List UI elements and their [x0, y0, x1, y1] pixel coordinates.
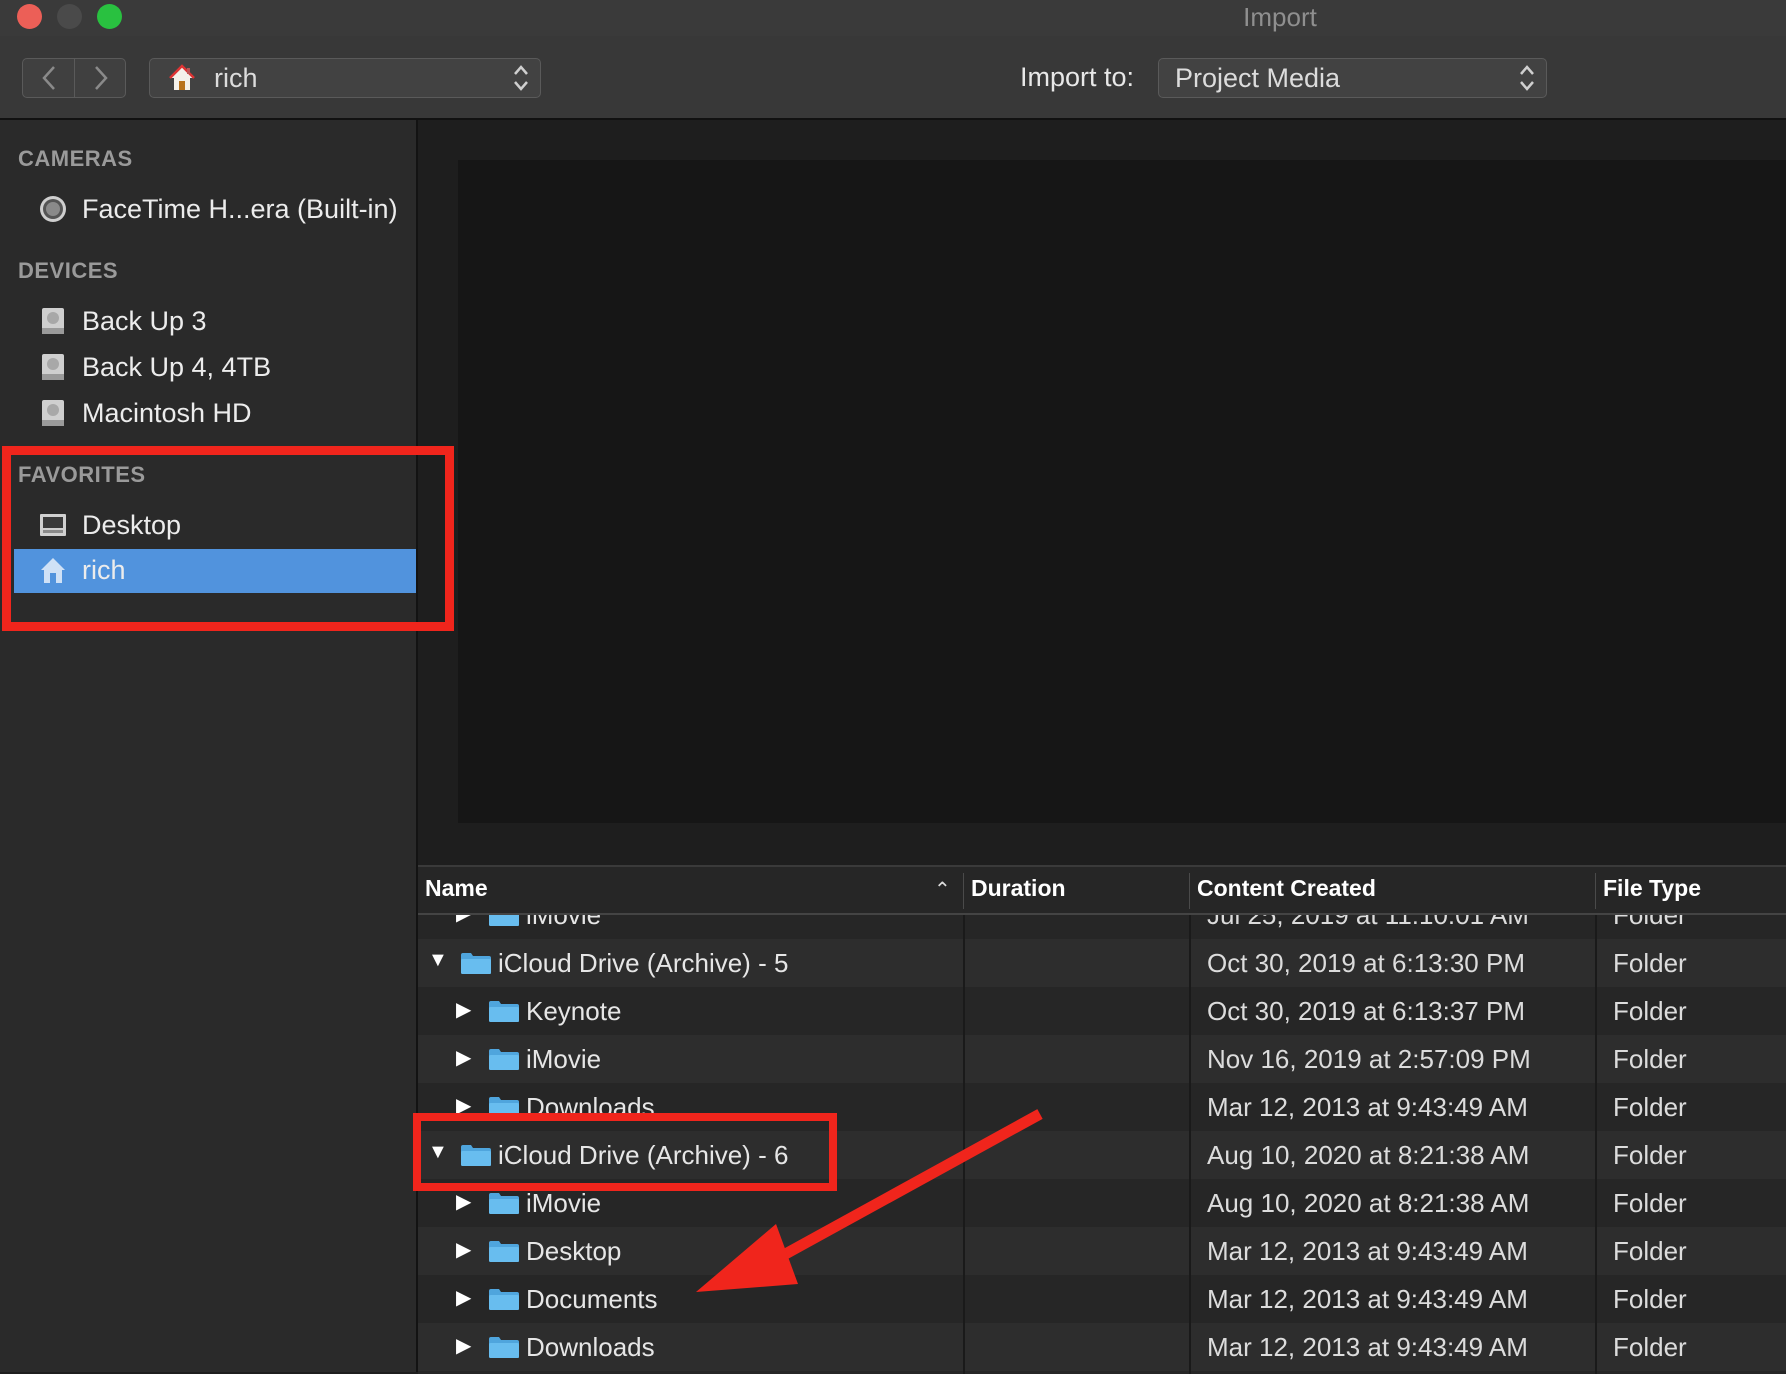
- table-row[interactable]: ▶ Downloads Mar 12, 2013 at 9:43:49 AM Fold…: [418, 1323, 1786, 1371]
- row-file-type: Folder: [1613, 1140, 1687, 1170]
- folder-icon: [488, 1239, 520, 1263]
- popup-stepper-icon: [514, 65, 528, 91]
- drive-icon: [42, 308, 64, 334]
- row-file-type: Folder: [1613, 1188, 1687, 1218]
- table-row[interactable]: ▶ Documents Mar 12, 2013 at 9:43:49 AM Fold…: [418, 1275, 1786, 1323]
- location-label: rich: [214, 63, 258, 93]
- drive-icon: [42, 400, 64, 426]
- import-to-label: Import to:: [1020, 62, 1135, 92]
- table-row[interactable]: ▶ iMovie Nov 16, 2019 at 2:57:09 PM Folder: [418, 1035, 1786, 1083]
- row-name: Keynote: [526, 996, 622, 1026]
- disclosure-collapsed-icon[interactable]: ▶: [456, 1333, 471, 1358]
- row-file-type: Folder: [1613, 915, 1687, 930]
- navigation-segmented-control: [22, 58, 126, 98]
- row-file-type: Folder: [1613, 996, 1687, 1026]
- home-icon: [169, 64, 195, 90]
- import-destination-popup[interactable]: Project Media: [1158, 58, 1547, 98]
- row-name: iMovie: [526, 1044, 602, 1074]
- folder-icon: [488, 1047, 520, 1071]
- row-content-created: Mar 12, 2013 at 9:43:49 AM: [1207, 1332, 1528, 1362]
- table-row[interactable]: ▶ iMovie Jul 25, 2019 at 11:10:01 AM Folder: [418, 915, 1786, 939]
- row-content-created: Mar 12, 2013 at 9:43:49 AM: [1207, 1236, 1528, 1266]
- row-file-type: Folder: [1613, 1236, 1687, 1266]
- row-name: iMovie: [526, 915, 602, 930]
- disclosure-collapsed-icon[interactable]: ▶: [456, 915, 471, 926]
- annotation-arrow: [696, 1109, 1043, 1292]
- folder-icon: [488, 1191, 520, 1215]
- camera-icon: [40, 196, 66, 222]
- list-header: Name ⌃ Duration Content Created File Typ…: [418, 867, 1786, 915]
- disclosure-expanded-icon[interactable]: ▼: [428, 949, 448, 972]
- forward-button[interactable]: [75, 59, 126, 97]
- sidebar-item-label: Macintosh HD: [82, 398, 252, 428]
- popup-stepper-icon: [1520, 65, 1534, 91]
- row-content-created: Aug 10, 2020 at 8:21:38 AM: [1207, 1140, 1530, 1170]
- row-name: Desktop: [526, 1236, 622, 1266]
- row-file-type: Folder: [1613, 1284, 1687, 1314]
- title-bar: Import: [0, 0, 1786, 36]
- section-title-cameras: CAMERAS: [18, 146, 133, 171]
- media-viewer: [458, 160, 1786, 823]
- row-file-type: Folder: [1613, 1332, 1687, 1362]
- disclosure-collapsed-icon[interactable]: ▶: [456, 1285, 471, 1310]
- folder-icon: [460, 951, 492, 975]
- sort-ascending-icon: ⌃: [934, 879, 951, 901]
- row-name: Documents: [526, 1284, 658, 1314]
- drive-icon: [42, 354, 64, 380]
- table-row[interactable]: ▶ Desktop Mar 12, 2013 at 9:43:49 AM Folder: [418, 1227, 1786, 1275]
- sidebar-item-back-up-4[interactable]: Back Up 4, 4TB: [14, 346, 416, 390]
- row-file-type: Folder: [1613, 1044, 1687, 1074]
- row-content-created: Nov 16, 2019 at 2:57:09 PM: [1207, 1044, 1531, 1074]
- row-content-created: Oct 30, 2019 at 6:13:37 PM: [1207, 996, 1525, 1026]
- chevron-right-icon: [94, 66, 108, 90]
- column-header-name[interactable]: Name: [425, 875, 488, 902]
- sidebar-item-facetime-camera[interactable]: FaceTime H...era (Built-in): [14, 188, 416, 232]
- disclosure-collapsed-icon[interactable]: ▶: [456, 997, 471, 1022]
- row-content-created: Oct 30, 2019 at 6:13:30 PM: [1207, 948, 1525, 978]
- disclosure-collapsed-icon[interactable]: ▶: [456, 1045, 471, 1070]
- sidebar-item-macintosh-hd[interactable]: Macintosh HD: [14, 392, 416, 436]
- folder-icon: [488, 915, 520, 927]
- column-header-duration[interactable]: Duration: [971, 875, 1066, 902]
- sidebar-item-label: Back Up 4, 4TB: [82, 352, 272, 382]
- sidebar-item-label: Back Up 3: [82, 306, 207, 336]
- sidebar: CAMERAS FaceTime H...era (Built-in) DEVI…: [0, 120, 418, 1372]
- section-title-devices: DEVICES: [18, 258, 119, 283]
- table-row[interactable]: ▼ iCloud Drive (Archive) - 5 Oct 30, 2019 …: [418, 939, 1786, 987]
- folder-icon: [488, 999, 520, 1023]
- sidebar-item-back-up-3[interactable]: Back Up 3: [14, 300, 416, 344]
- row-file-type: Folder: [1613, 948, 1687, 978]
- row-name: iCloud Drive (Archive) - 5: [498, 948, 789, 978]
- row-content-created: Jul 25, 2019 at 11:10:01 AM: [1207, 915, 1529, 930]
- row-content-created: Mar 12, 2013 at 9:43:49 AM: [1207, 1092, 1528, 1122]
- folder-icon: [488, 1335, 520, 1359]
- annotation-favorites-box: [2, 446, 454, 631]
- location-popup[interactable]: rich: [149, 58, 541, 98]
- destination-label: Project Media: [1175, 63, 1341, 93]
- column-header-file-type[interactable]: File Type: [1603, 875, 1701, 902]
- row-content-created: Mar 12, 2013 at 9:43:49 AM: [1207, 1284, 1528, 1314]
- row-name: Downloads: [526, 1332, 655, 1362]
- window-title: Import: [1243, 2, 1317, 32]
- row-content-created: Aug 10, 2020 at 8:21:38 AM: [1207, 1188, 1530, 1218]
- back-button[interactable]: [23, 59, 74, 97]
- row-file-type: Folder: [1613, 1092, 1687, 1122]
- disclosure-collapsed-icon[interactable]: ▶: [456, 1237, 471, 1262]
- sidebar-item-label: FaceTime H...era (Built-in): [82, 194, 398, 224]
- folder-icon: [488, 1287, 520, 1311]
- chevron-left-icon: [41, 66, 55, 90]
- column-header-content-created[interactable]: Content Created: [1197, 875, 1376, 902]
- table-row[interactable]: ▶ Keynote Oct 30, 2019 at 6:13:37 PM Folder: [418, 987, 1786, 1035]
- row-name: iMovie: [526, 1188, 602, 1218]
- disclosure-collapsed-icon[interactable]: ▶: [456, 1189, 471, 1214]
